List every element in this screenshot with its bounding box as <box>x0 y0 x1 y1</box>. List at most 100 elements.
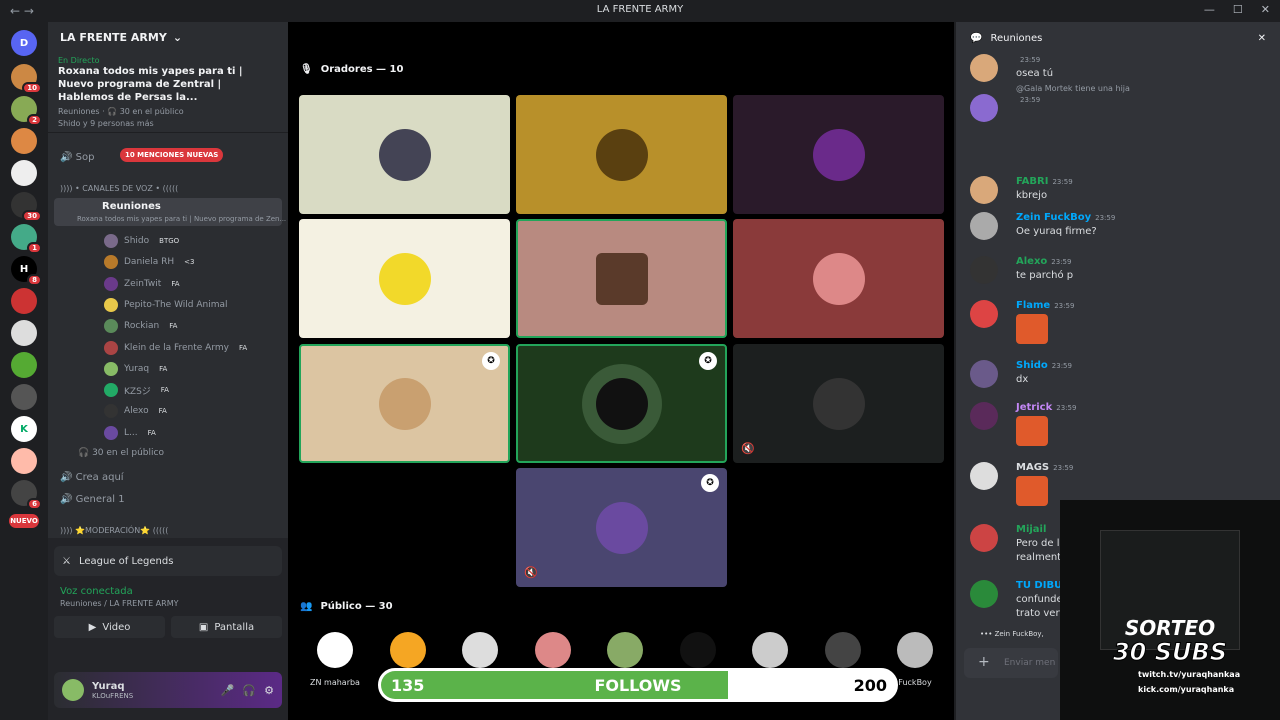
audience-row[interactable]: 🎧 30 en el público <box>78 448 164 458</box>
avatar[interactable] <box>970 176 998 204</box>
category-mod[interactable]: )))) ⭐MODERACIÓN⭐ ((((( <box>60 526 168 535</box>
avatar[interactable] <box>970 212 998 240</box>
server-icon[interactable]: H8 <box>11 256 42 286</box>
speaker-tile[interactable]: ✪ <box>299 344 510 463</box>
message-author[interactable]: MAGS 23:59 <box>1016 462 1073 473</box>
avatar <box>595 128 648 181</box>
gear-icon[interactable]: ⚙ <box>264 684 274 697</box>
close-icon[interactable]: ✕ <box>1261 3 1270 16</box>
game-icon: ⚔ <box>62 555 71 567</box>
server-icon[interactable]: 10 <box>11 64 42 94</box>
avatar[interactable] <box>970 524 998 552</box>
mic-icon[interactable]: 🎤 <box>221 684 235 697</box>
reply-preview[interactable]: @Gala Mortek tiene una hija <box>1016 84 1130 93</box>
video-button[interactable]: ▶ Video <box>54 616 165 638</box>
avatar[interactable] <box>970 462 998 490</box>
message-author[interactable]: Alexo 23:59 <box>1016 256 1071 267</box>
server-icon[interactable] <box>11 448 37 474</box>
message-author[interactable]: Mijail <box>1016 524 1050 535</box>
server-icon[interactable]: 30 <box>11 192 42 222</box>
audience-avatar[interactable] <box>389 632 426 668</box>
mentions-badge[interactable]: 10 MENCIONES NUEVAS <box>120 148 224 162</box>
message-author[interactable]: Shido 23:59 <box>1016 360 1072 371</box>
category-voice[interactable]: )))) • CANALES DE VOZ • ((((( <box>60 184 178 193</box>
sticker-image <box>1016 314 1048 344</box>
audience-header[interactable]: 👥 Público — 30 <box>300 601 393 612</box>
audience-avatar[interactable] <box>824 632 861 668</box>
speaker-tile[interactable] <box>299 219 510 338</box>
speakers-header[interactable]: 🎙 Oradores — 10 <box>300 64 403 75</box>
avatar[interactable] <box>970 94 998 122</box>
server-icon[interactable]: 2 <box>11 96 42 126</box>
channel-sop[interactable]: 🔊 Sop <box>60 152 94 163</box>
speaker-tile[interactable] <box>516 219 727 338</box>
server-icon[interactable] <box>11 352 37 378</box>
member-item[interactable]: L... FA <box>104 425 156 440</box>
message-text: kbrejo <box>1016 190 1048 201</box>
audience-avatar[interactable] <box>534 632 571 668</box>
server-icon[interactable]: 1 <box>11 224 42 254</box>
active-channel[interactable]: Reuniones Roxana todos mis yapes para ti… <box>54 198 286 226</box>
channel-general[interactable]: 🔊 General 1 <box>60 494 125 505</box>
follows-label: FOLLOWS <box>594 676 682 695</box>
member-item[interactable]: Yuraq FA <box>104 361 167 376</box>
headphones-icon[interactable]: 🎧 <box>242 684 256 697</box>
avatar[interactable] <box>970 360 998 388</box>
member-item[interactable]: KZSジ FA <box>104 383 169 398</box>
follows-progress-bar: 135 FOLLOWS 200 <box>378 668 898 702</box>
add-icon[interactable]: + <box>978 654 990 670</box>
speaker-tile[interactable] <box>733 219 944 338</box>
audience-avatar[interactable] <box>679 632 716 668</box>
user-bar[interactable]: Yuraq KLOuFRENS 🎤 🎧 ⚙ <box>54 672 282 708</box>
member-item[interactable]: Shido BTGO <box>104 234 179 248</box>
discord-home-icon[interactable]: D <box>11 30 37 56</box>
activity-card[interactable]: ⚔ League of Legends <box>54 546 282 576</box>
speaker-tile[interactable]: 🔇 <box>733 344 944 463</box>
window-controls[interactable]: — ☐ ✕ <box>1204 3 1270 16</box>
member-item[interactable]: Rockian FA <box>104 319 177 334</box>
avatar[interactable] <box>970 580 998 608</box>
close-icon[interactable]: ✕ <box>1258 33 1266 44</box>
message-author[interactable]: Zein FuckBoy 23:59 <box>1016 212 1115 223</box>
live-event-card[interactable]: En Directo Roxana todos mis yapes para t… <box>48 52 288 133</box>
avatar[interactable] <box>970 300 998 328</box>
screen-button[interactable]: ▣ Pantalla <box>171 616 282 638</box>
speaker-tile[interactable] <box>299 95 510 214</box>
server-icon[interactable] <box>11 384 37 410</box>
minimize-icon[interactable]: — <box>1204 3 1215 16</box>
member-item[interactable]: Alexo FA <box>104 404 167 419</box>
speaker-tile[interactable] <box>733 95 944 214</box>
channel-crea[interactable]: 🔊 Crea aquí <box>60 472 124 483</box>
avatar[interactable] <box>970 402 998 430</box>
speaker-tile[interactable]: ✪ 🔇 <box>516 468 727 587</box>
audience-avatar[interactable] <box>317 632 353 668</box>
audience-avatar[interactable] <box>897 632 933 668</box>
audience-avatar[interactable] <box>752 632 788 668</box>
server-icon[interactable]: K <box>11 416 37 442</box>
audience-avatar[interactable] <box>462 632 498 668</box>
avatar[interactable] <box>970 54 998 82</box>
avatar[interactable] <box>970 256 998 284</box>
server-header[interactable]: LA FRENTE ARMY ⌄ <box>48 22 288 52</box>
server-icon[interactable] <box>11 128 37 154</box>
member-item[interactable]: Klein de la Frente Army FA <box>104 340 247 355</box>
message-author[interactable]: 23:59 <box>1016 54 1040 65</box>
message-author[interactable]: Flame 23:59 <box>1016 300 1074 311</box>
server-icon[interactable] <box>11 288 37 314</box>
member-item[interactable]: Daniela RH <3 <box>104 255 194 270</box>
server-icon[interactable]: 6 <box>11 480 42 510</box>
message-author[interactable]: Jetrick 23:59 <box>1016 402 1076 413</box>
avatar <box>378 377 431 430</box>
audience-avatar[interactable] <box>607 632 643 668</box>
server-icon[interactable] <box>11 320 37 346</box>
voice-status: Voz conectada <box>60 586 133 597</box>
member-item[interactable]: ZeinTwit FA <box>104 276 180 291</box>
message-author[interactable]: 23:59 <box>1016 94 1040 105</box>
member-item[interactable]: Pepito-The Wild Animal <box>104 297 238 312</box>
server-icon[interactable] <box>11 160 37 186</box>
maximize-icon[interactable]: ☐ <box>1233 3 1243 16</box>
message-author[interactable]: FABRI 23:59 <box>1016 176 1073 187</box>
speaker-tile[interactable] <box>516 95 727 214</box>
avatar[interactable] <box>62 679 84 701</box>
speaker-tile[interactable]: ✪ <box>516 344 727 463</box>
